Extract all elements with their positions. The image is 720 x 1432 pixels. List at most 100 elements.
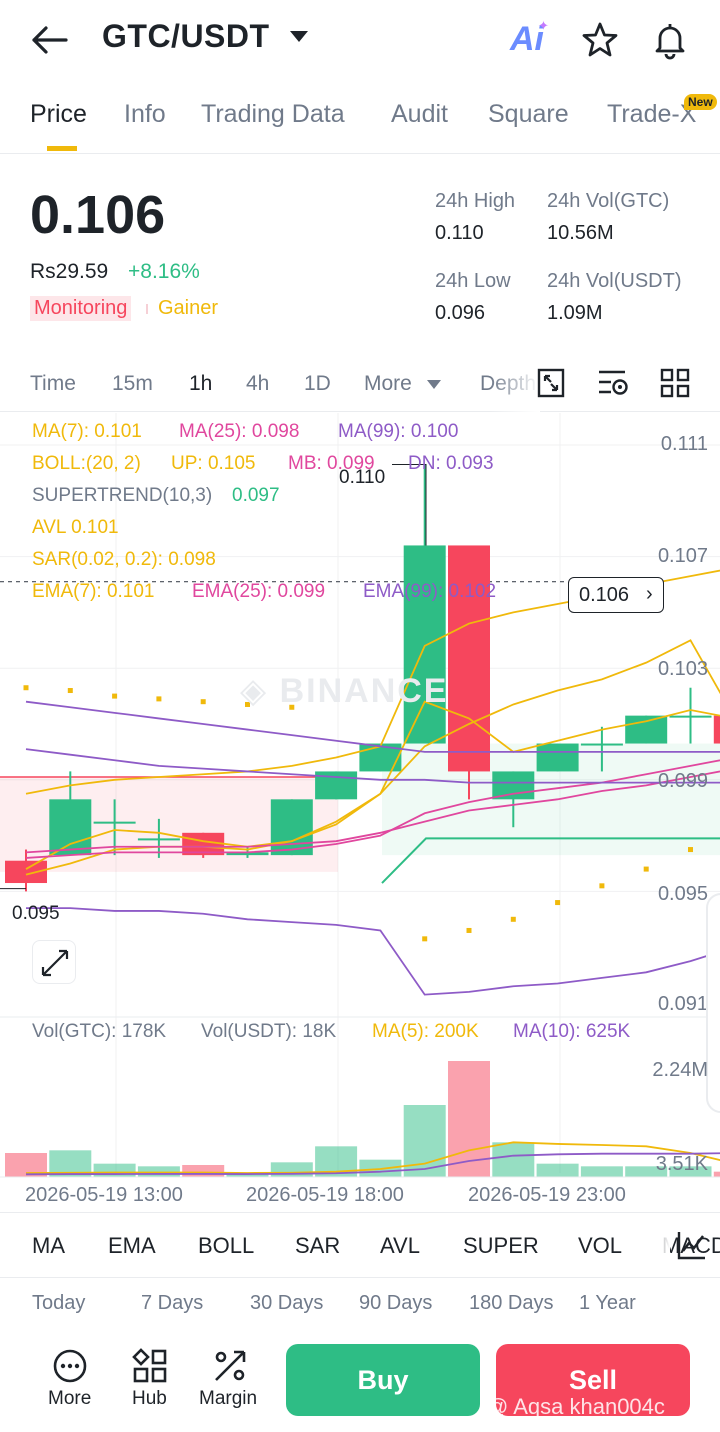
favorite-star-icon[interactable] xyxy=(580,20,620,60)
interval-15m[interactable]: 15m xyxy=(112,372,153,396)
indicator-tab-vol[interactable]: VOL xyxy=(578,1233,622,1259)
depth-fade xyxy=(490,356,540,412)
header: GTC/USDT Ai ✦ xyxy=(0,0,720,84)
indicator-settings-icon[interactable] xyxy=(676,1229,708,1261)
sar-dot xyxy=(156,696,162,702)
y-tick: 0.091 xyxy=(657,993,708,1015)
candle-body xyxy=(536,743,579,772)
candle-body xyxy=(49,799,92,856)
perf-today[interactable]: Today xyxy=(32,1292,85,1315)
new-badge: New xyxy=(684,94,717,110)
low-marker-label: 0.095 xyxy=(12,903,60,924)
candle-body xyxy=(93,821,136,824)
perf-30-days[interactable]: 30 Days xyxy=(250,1292,323,1315)
volume-bar xyxy=(536,1163,579,1177)
margin-icon[interactable] xyxy=(212,1348,248,1384)
margin-label[interactable]: Margin xyxy=(199,1388,257,1410)
stat-vol-gtc-value: 10.56M xyxy=(547,222,614,244)
ma99-label: MA(99): 0.100 xyxy=(338,421,459,442)
binance-watermark: ◈ BINANCE xyxy=(240,672,449,710)
back-arrow-icon[interactable] xyxy=(30,22,70,58)
sar-dot xyxy=(67,688,73,694)
indicator-tabs-fade xyxy=(640,1213,670,1277)
stat-vol-usdt-value: 1.09M xyxy=(547,302,603,324)
tab-info[interactable]: Info xyxy=(124,100,166,129)
tab-trade-x[interactable]: Trade-X xyxy=(607,100,696,129)
gainer-tag[interactable]: Gainer xyxy=(158,297,218,320)
vol-tick: 3.51K xyxy=(655,1153,708,1175)
expand-chart-button[interactable] xyxy=(32,940,76,984)
perf-7-days[interactable]: 7 Days xyxy=(141,1292,203,1315)
supertrend-value: 0.097 xyxy=(232,485,280,506)
sar-dot xyxy=(422,936,428,942)
vol-tick: 2.24M xyxy=(652,1059,708,1081)
interval-time[interactable]: Time xyxy=(30,372,76,396)
more-dropdown-icon[interactable] xyxy=(427,380,441,389)
high-marker-label: 0.110 xyxy=(339,467,386,488)
perf-90-days[interactable]: 90 Days xyxy=(359,1292,432,1315)
sar-dot xyxy=(112,693,118,699)
stat-high-label: 24h High xyxy=(435,190,516,212)
hub-label[interactable]: Hub xyxy=(132,1388,167,1410)
tab-audit[interactable]: Audit xyxy=(391,100,448,129)
chart-settings-icon[interactable] xyxy=(597,368,629,398)
perf-1-year[interactable]: 1 Year xyxy=(579,1292,636,1315)
interval-1d[interactable]: 1D xyxy=(304,372,331,396)
vol-usdt-label: Vol(USDT): 18K xyxy=(201,1021,337,1042)
candlestick-chart[interactable]: ◈ BINANCE MA(7): 0.101 MA(25): 0.098 MA(… xyxy=(0,413,720,1213)
monitoring-tag[interactable]: Monitoring xyxy=(30,296,132,321)
tab-square[interactable]: Square xyxy=(488,100,569,129)
price-change: +8.16% xyxy=(128,260,200,283)
indicator-tab-sar[interactable]: SAR xyxy=(295,1233,340,1259)
grid-layout-icon[interactable] xyxy=(660,368,690,398)
candle-body xyxy=(448,545,490,772)
buy-button[interactable]: Buy xyxy=(286,1344,480,1416)
fullscreen-chart-icon[interactable] xyxy=(537,368,565,398)
vol-ma10-label: MA(10): 625K xyxy=(513,1021,631,1042)
stat-vol-usdt-label: 24h Vol(USDT) xyxy=(547,270,682,292)
stat-high-value: 0.110 xyxy=(435,222,484,244)
indicator-tab-boll[interactable]: BOLL xyxy=(198,1233,254,1259)
bottom-action-bar: More Hub Margin Buy Sell @ Aqsa khan004c xyxy=(0,1326,720,1432)
y-tick: 0.111 xyxy=(660,433,708,455)
current-price-tag[interactable]: 0.106 › xyxy=(568,577,664,613)
stat-low-value: 0.096 xyxy=(435,302,486,324)
indicator-tab-ema[interactable]: EMA xyxy=(108,1233,156,1259)
more-dots-icon[interactable] xyxy=(52,1348,88,1384)
sar-dot xyxy=(510,916,516,922)
stat-vol-gtc-label: 24h Vol(GTC) xyxy=(547,190,670,212)
interval-4h[interactable]: 4h xyxy=(246,372,269,396)
notification-bell-icon[interactable] xyxy=(650,20,690,60)
candle-body xyxy=(713,715,720,744)
indicator-tab-super[interactable]: SUPER xyxy=(463,1233,539,1259)
pair-title[interactable]: GTC/USDT xyxy=(102,18,270,55)
main-tabs: Price Info Trading Data Audit Square Tra… xyxy=(0,92,720,154)
perf-180-days[interactable]: 180 Days xyxy=(469,1292,554,1315)
vol-ma5-label: MA(5): 200K xyxy=(372,1021,479,1042)
volume-bar xyxy=(93,1163,136,1177)
boll-dn-label: DN: 0.093 xyxy=(408,453,494,474)
avl-label: AVL 0.101 xyxy=(32,517,119,538)
pair-dropdown-icon[interactable] xyxy=(290,31,308,42)
sar-dot xyxy=(688,847,693,853)
stat-low-label: 24h Low xyxy=(435,270,511,292)
indicator-tab-avl[interactable]: AVL xyxy=(380,1233,420,1259)
indicator-tab-ma[interactable]: MA xyxy=(32,1233,65,1259)
chart-scroll-handle[interactable] xyxy=(706,893,720,1113)
tab-trading-data[interactable]: Trading Data xyxy=(201,100,345,129)
more-label[interactable]: More xyxy=(48,1388,91,1410)
interval-1h[interactable]: 1h xyxy=(189,372,212,396)
expand-icon xyxy=(41,949,69,977)
interval-more[interactable]: More xyxy=(364,372,412,396)
tab-price[interactable]: Price xyxy=(30,100,87,129)
hub-icon[interactable] xyxy=(132,1348,168,1384)
sar-dot xyxy=(643,866,649,872)
volume-bar xyxy=(270,1162,313,1177)
candle-body xyxy=(580,743,623,746)
sar-dot xyxy=(599,883,605,889)
sar-label: SAR(0.02, 0.2): 0.098 xyxy=(32,549,216,570)
candle-body xyxy=(270,799,313,856)
sar-dot xyxy=(200,699,206,705)
ma25-label: MA(25): 0.098 xyxy=(179,421,300,442)
tag-separator xyxy=(146,304,148,314)
